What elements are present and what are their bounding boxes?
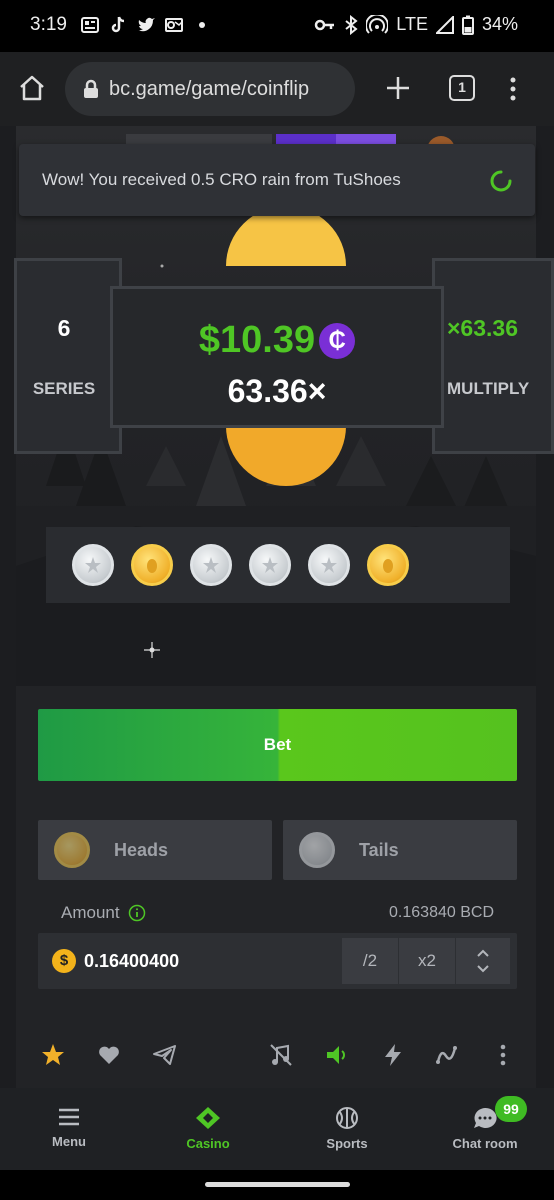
double-button[interactable]: x2 xyxy=(399,938,455,984)
history-coin-tails xyxy=(249,544,291,586)
bluetooth-icon xyxy=(345,14,358,35)
overflow-menu-icon[interactable] xyxy=(508,76,518,102)
star-icon xyxy=(203,557,219,573)
coin-face-icon xyxy=(383,559,393,573)
key-icon xyxy=(315,19,335,30)
star-icon[interactable] xyxy=(40,1042,66,1068)
nav-casino-label: Casino xyxy=(186,1136,230,1151)
tab-switcher-button[interactable]: 1 xyxy=(449,75,475,101)
home-indicator[interactable] xyxy=(205,1182,350,1187)
star-icon xyxy=(321,557,337,573)
balance-value: 0.163840 BCD xyxy=(389,904,494,921)
game-area: 6 SERIES ×63.36 MULTIPLY $10.39 ₵ 63.36× … xyxy=(0,126,554,1088)
nav-menu-label: Menu xyxy=(52,1134,86,1149)
history-coin-heads xyxy=(131,544,173,586)
gesture-bar xyxy=(0,1170,554,1200)
star-icon xyxy=(262,557,278,573)
tails-label: Tails xyxy=(359,839,399,860)
coin-face-icon xyxy=(147,559,157,573)
amount-value[interactable]: 0.16400400 xyxy=(84,951,179,972)
history-coin-tails xyxy=(308,544,350,586)
star-icon xyxy=(85,557,101,573)
basketball-icon xyxy=(336,1107,358,1129)
nav-sports-label: Sports xyxy=(326,1136,368,1151)
win-amount: $10.39 ₵ xyxy=(113,319,441,362)
win-multiplier: 63.36× xyxy=(227,373,327,409)
tiktok-icon xyxy=(111,16,125,33)
dot-icon xyxy=(199,22,205,28)
series-label: SERIES xyxy=(32,379,96,398)
win-result-box: $10.39 ₵ 63.36× xyxy=(110,286,444,428)
multiply-value: ×63.36 xyxy=(447,315,518,341)
toast-message: Wow! You received 0.5 CRO rain from TuSh… xyxy=(42,170,401,189)
nav-sports[interactable]: Sports xyxy=(287,1106,407,1151)
rain-notification-toast[interactable]: Wow! You received 0.5 CRO rain from TuSh… xyxy=(19,144,535,216)
amount-stepper[interactable] xyxy=(456,938,510,984)
signal-icon xyxy=(435,15,454,34)
bottom-navigation: Menu Casino Sports 99 Chat room xyxy=(0,1088,554,1170)
hotspot-icon xyxy=(366,14,389,34)
battery-level: 34% xyxy=(481,14,518,34)
history-coin-tails xyxy=(72,544,114,586)
nav-chat-label: Chat room xyxy=(452,1136,518,1151)
heads-coin-icon xyxy=(54,832,90,868)
nav-casino[interactable]: Casino xyxy=(148,1106,268,1151)
bcd-coin-icon: $ xyxy=(52,949,76,973)
menu-icon xyxy=(59,1108,79,1126)
series-panel: 6 SERIES xyxy=(14,258,122,454)
battery-icon xyxy=(461,15,474,35)
twitter-icon xyxy=(138,17,155,32)
history-coin-heads xyxy=(367,544,409,586)
game-toolbar xyxy=(16,1030,536,1080)
nav-menu[interactable]: Menu xyxy=(9,1106,129,1149)
info-icon[interactable] xyxy=(128,904,146,922)
loading-spinner-icon xyxy=(490,170,512,192)
amount-label-row: Amount xyxy=(61,903,146,923)
system-status: LTE 34% xyxy=(314,14,518,35)
heart-icon[interactable] xyxy=(96,1042,122,1068)
status-bar: 3:19 LTE 34% xyxy=(0,0,554,52)
history-coin-tails xyxy=(190,544,232,586)
amount-label: Amount xyxy=(61,903,120,922)
multiply-panel: ×63.36 MULTIPLY xyxy=(432,258,554,454)
home-icon[interactable] xyxy=(18,74,46,102)
win-amount-text: $10.39 xyxy=(198,319,316,361)
tails-coin-icon xyxy=(299,832,335,868)
news-icon xyxy=(81,17,99,33)
browser-toolbar: bc.game/game/coinflip 1 xyxy=(0,52,554,126)
more-icon[interactable] xyxy=(490,1042,516,1068)
lock-icon xyxy=(84,79,98,98)
url-text: bc.game/game/coinflip xyxy=(109,77,310,100)
heads-button[interactable]: Heads xyxy=(38,820,272,880)
multiply-label: MULTIPLY xyxy=(447,379,530,398)
heads-label: Heads xyxy=(114,839,169,860)
half-button[interactable]: /2 xyxy=(342,938,398,984)
outlook-icon xyxy=(165,18,183,32)
new-tab-icon[interactable] xyxy=(384,74,412,102)
chevron-up-down-icon xyxy=(477,949,489,973)
share-icon[interactable] xyxy=(152,1042,178,1068)
sound-icon[interactable] xyxy=(324,1042,350,1068)
series-value: 6 xyxy=(57,315,71,341)
tails-button[interactable]: Tails xyxy=(283,820,517,880)
bet-button[interactable]: Bet xyxy=(38,709,517,781)
music-off-icon[interactable] xyxy=(268,1042,294,1068)
lightning-icon[interactable] xyxy=(380,1042,406,1068)
casino-icon xyxy=(196,1107,220,1129)
amount-input[interactable]: $ 0.16400400 /2 x2 xyxy=(38,933,517,989)
address-bar[interactable]: bc.game/game/coinflip xyxy=(65,62,355,116)
chat-unread-badge: 99 xyxy=(495,1096,527,1122)
notification-icons xyxy=(80,15,212,35)
nav-chat-room[interactable]: 99 Chat room xyxy=(425,1096,545,1151)
status-time: 3:19 xyxy=(30,14,67,35)
network-type: LTE xyxy=(396,14,428,34)
chart-line-icon[interactable] xyxy=(434,1042,460,1068)
cro-currency-icon: ₵ xyxy=(319,323,356,359)
flip-history xyxy=(46,527,510,603)
